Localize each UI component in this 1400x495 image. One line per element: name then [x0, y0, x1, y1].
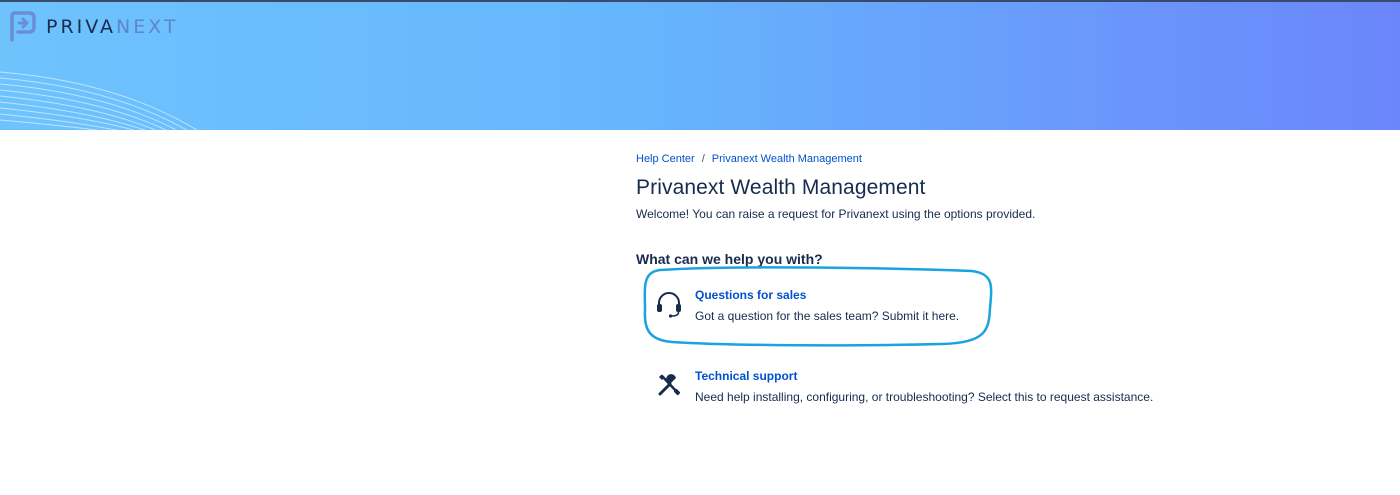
option-text: Technical support Need help installing, … — [695, 369, 1153, 404]
headset-icon — [657, 292, 681, 318]
breadcrumb: Help Center / Privanext Wealth Managemen… — [636, 150, 1376, 168]
breadcrumb-help-center[interactable]: Help Center — [636, 153, 695, 165]
brand-name-part2: NEXT — [116, 15, 179, 38]
option-technical-support[interactable]: Technical support Need help installing, … — [655, 369, 1153, 404]
breadcrumb-separator: / — [701, 153, 705, 165]
tools-icon — [658, 374, 681, 396]
help-heading: What can we help you with? — [636, 251, 823, 267]
brand-logo[interactable]: PRIVANEXT — [8, 10, 179, 44]
brand-name-part1: PRIVA — [46, 15, 117, 38]
logo-icon — [10, 11, 36, 42]
breadcrumb-privanext[interactable]: Privanext Wealth Management — [712, 153, 862, 165]
brand-name: PRIVANEXT — [46, 15, 179, 38]
main-content: Help Center / Privanext Wealth Managemen… — [636, 150, 1376, 267]
option-title[interactable]: Questions for sales — [695, 288, 959, 302]
welcome-message: Welcome! You can raise a request for Pri… — [636, 207, 1036, 221]
option-title[interactable]: Technical support — [695, 369, 1153, 383]
option-text: Questions for sales Got a question for t… — [695, 288, 959, 323]
option-description: Got a question for the sales team? Submi… — [695, 309, 960, 323]
option-questions-for-sales[interactable]: Questions for sales Got a question for t… — [655, 288, 959, 323]
option-description: Need help installing, configuring, or tr… — [695, 390, 1154, 404]
page-title: Privanext Wealth Management — [636, 176, 926, 199]
header-banner: PRIVANEXT — [0, 0, 1400, 130]
